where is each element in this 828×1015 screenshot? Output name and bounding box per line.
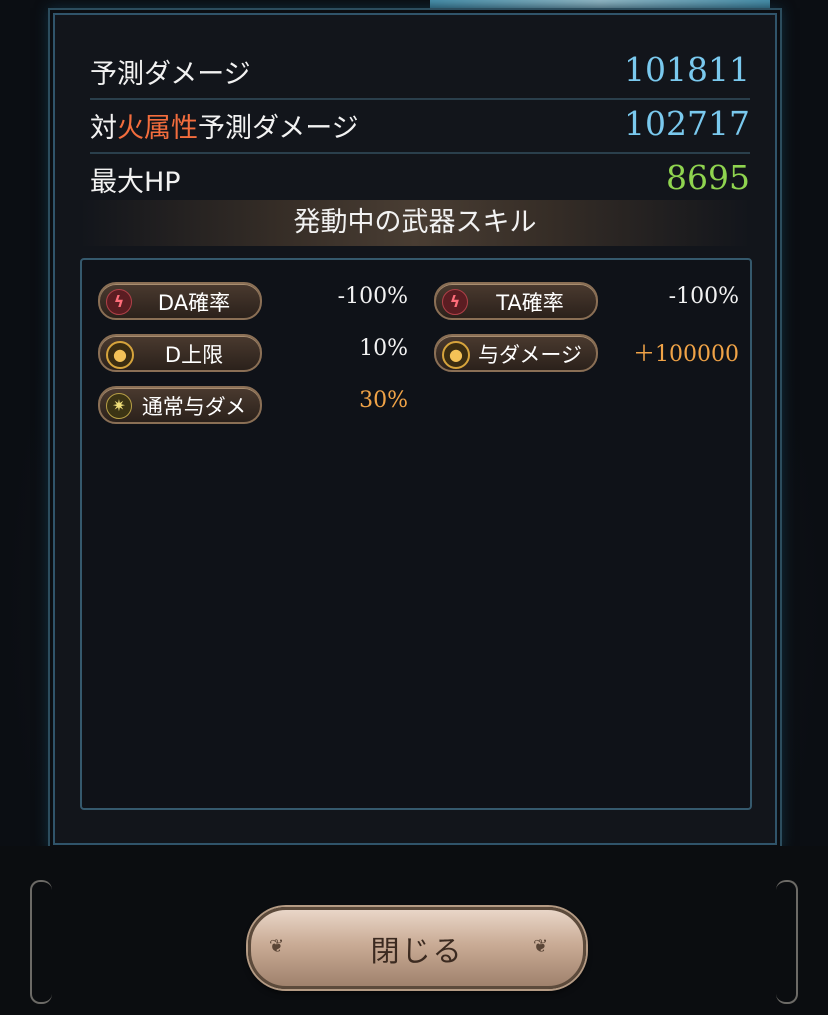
fire-damage-label: 対火属性予測ダメージ [90, 106, 359, 145]
skill-badge: ● D上限 [98, 334, 262, 372]
sun-icon: ● [442, 341, 470, 369]
max-hp-value: 8695 [666, 158, 750, 197]
skill-value: -100% [337, 284, 408, 309]
fire-damage-suffix: 予測ダメージ [198, 113, 359, 144]
predicted-damage-label: 予測ダメージ [90, 59, 251, 90]
triple-attack-icon: ϟ [442, 289, 468, 315]
skill-name: D上限 [164, 343, 224, 367]
predicted-damage-value: 101811 [624, 50, 750, 89]
skill-badge: ϟ TA確率 [434, 282, 598, 320]
skill-da-rate: ϟ DA確率 -100% [98, 282, 408, 320]
skill-value: ＋100000 [633, 342, 739, 367]
skill-badge: ϟ DA確率 [98, 282, 262, 320]
skill-normal-damage: ✷ 通常与ダメ 30% [98, 386, 408, 424]
skill-name: 与ダメージ [478, 343, 582, 367]
damage-forecast-modal: 予測ダメージ 101811 対火属性予測ダメージ 102717 最大HP 869… [48, 8, 782, 850]
skill-bonus-damage: ● 与ダメージ ＋100000 [434, 334, 739, 372]
skill-value: 10% [359, 336, 408, 361]
double-attack-icon: ϟ [106, 289, 132, 315]
fire-damage-row: 対火属性予測ダメージ 102717 [90, 98, 750, 154]
skill-name: TA確率 [496, 291, 564, 315]
skill-name: DA確率 [157, 291, 231, 315]
fire-damage-value: 102717 [624, 104, 750, 143]
active-skills-title: 発動中の武器スキル [80, 200, 750, 246]
fire-element-label: 火属性 [117, 113, 198, 144]
skill-badge: ● 与ダメージ [434, 334, 598, 372]
skill-list-panel: ϟ DA確率 -100% ϟ TA確率 -100% ● D上限 10% ● 与ダ… [80, 258, 752, 810]
skill-value: -100% [668, 284, 739, 309]
fire-damage-prefix: 対 [90, 113, 117, 144]
skill-ta-rate: ϟ TA確率 -100% [434, 282, 739, 320]
predicted-damage-row: 予測ダメージ 101811 [90, 44, 750, 100]
sun-icon: ● [106, 341, 134, 369]
close-button[interactable]: ❦ 閉じる ❦ [248, 907, 586, 989]
sparkle-icon: ✷ [106, 393, 132, 419]
frame-ornament-left [30, 880, 52, 1004]
button-ornament-right: ❦ [533, 936, 549, 957]
skill-badge: ✷ 通常与ダメ [98, 386, 262, 424]
max-hp-label: 最大HP [90, 167, 181, 198]
frame-ornament-right [776, 880, 798, 1004]
max-hp-row: 最大HP 8695 [90, 152, 750, 206]
skill-name: 通常与ダメ [141, 395, 247, 419]
skill-damage-cap: ● D上限 10% [98, 334, 408, 372]
skill-value: 30% [359, 388, 408, 413]
